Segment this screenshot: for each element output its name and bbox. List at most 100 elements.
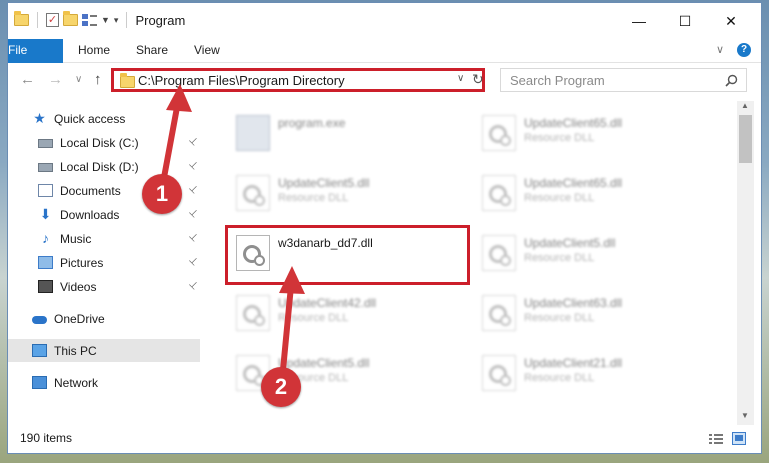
- back-arrow-icon[interactable]: ←: [20, 71, 35, 88]
- sidebar-item-onedrive[interactable]: OneDrive: [8, 307, 200, 330]
- file-name: UpdateClient5.dll: [278, 356, 370, 370]
- scrollbar-thumb[interactable]: [739, 115, 752, 163]
- file-type: Resource DLL: [524, 132, 595, 144]
- sidebar-item-local-disk-c[interactable]: Local Disk (C:) ⊥: [8, 131, 200, 154]
- file-item[interactable]: UpdateClient5.dll Resource DLL: [482, 231, 615, 281]
- dll-file-icon: [482, 175, 516, 211]
- file-item[interactable]: UpdateClient5.dll Resource DLL: [236, 351, 369, 401]
- sidebar-item-label: This PC: [54, 343, 97, 358]
- pin-icon[interactable]: ⊥: [186, 255, 200, 269]
- file-item[interactable]: UpdateClient5.dll Resource DLL: [236, 171, 369, 221]
- sidebar-item-local-disk-d[interactable]: Local Disk (D:) ⊥: [8, 155, 200, 178]
- pictures-icon: [38, 256, 53, 269]
- chevron-down-icon[interactable]: ▼: [101, 15, 110, 25]
- sidebar-item-videos[interactable]: Videos ⊥: [8, 275, 200, 298]
- search-box[interactable]: Search Program: [500, 68, 747, 92]
- new-folder-icon[interactable]: [63, 11, 78, 26]
- file-item[interactable]: program.exe: [236, 111, 345, 161]
- dll-file-icon: [482, 355, 516, 391]
- pin-icon[interactable]: ⊥: [186, 231, 200, 245]
- large-icons-view-icon[interactable]: [732, 432, 746, 445]
- dll-file-icon: [236, 295, 270, 331]
- ribbon-tabs: File Home Share View ∨ ?: [8, 39, 761, 89]
- details-view-icon[interactable]: [709, 433, 723, 445]
- file-name: UpdateClient65.dll: [524, 176, 623, 190]
- dll-file-icon: [482, 295, 516, 331]
- close-button[interactable]: ✕: [708, 3, 754, 39]
- sidebar-item-label: Videos: [60, 279, 97, 294]
- recent-locations-icon[interactable]: ∨: [75, 74, 82, 85]
- sidebar-item-this-pc[interactable]: This PC: [8, 339, 200, 362]
- file-type: Resource DLL: [278, 312, 349, 324]
- file-item[interactable]: UpdateClient65.dll Resource DLL: [482, 171, 622, 221]
- refresh-icon[interactable]: ↻: [472, 71, 484, 88]
- file-type: Resource DLL: [524, 312, 595, 324]
- exe-file-icon: [236, 115, 270, 151]
- help-icon[interactable]: ?: [737, 43, 751, 57]
- address-highlight-box: [111, 68, 485, 92]
- tab-share[interactable]: Share: [136, 39, 168, 62]
- file-item[interactable]: UpdateClient21.dll Resource DLL: [482, 351, 622, 401]
- properties-check-icon[interactable]: ✓: [46, 13, 59, 27]
- file-name: UpdateClient63.dll: [524, 296, 623, 310]
- computer-icon: [32, 344, 47, 357]
- file-type: Resource DLL: [524, 252, 595, 264]
- dll-file-icon: [236, 175, 270, 211]
- up-arrow-icon[interactable]: ↑: [94, 71, 102, 88]
- file-item[interactable]: UpdateClient65.dll Resource DLL: [482, 111, 622, 161]
- file-item[interactable]: UpdateClient42.dll Resource DLL: [236, 291, 376, 341]
- documents-icon: [38, 184, 53, 197]
- sidebar-item-label: Quick access: [54, 111, 126, 126]
- window-title: Program: [135, 12, 186, 28]
- sidebar-item-label: Network: [54, 375, 99, 390]
- download-icon: ⬇: [39, 206, 52, 222]
- pin-icon[interactable]: ⊥: [186, 183, 200, 197]
- forward-arrow-icon[interactable]: →: [48, 71, 63, 88]
- sidebar-item-quick-access[interactable]: ★ Quick access: [8, 107, 200, 130]
- scroll-down-icon[interactable]: ▼: [741, 411, 749, 420]
- file-item[interactable]: UpdateClient63.dll Resource DLL: [482, 291, 622, 341]
- sidebar-item-pictures[interactable]: Pictures ⊥: [8, 251, 200, 274]
- sidebar-item-music[interactable]: ♪ Music ⊥: [8, 227, 200, 250]
- music-icon: ♪: [42, 230, 49, 246]
- sidebar-item-label: Pictures: [60, 255, 104, 270]
- tab-view[interactable]: View: [194, 39, 220, 62]
- sidebar-item-label: Music: [60, 231, 92, 246]
- ribbon-expand-icon[interactable]: ∨: [716, 39, 724, 62]
- navigation-pane: ★ Quick access Local Disk (C:) ⊥ Local Disk …: [8, 101, 200, 421]
- sidebar-item-label: Local Disk (D:): [60, 159, 139, 174]
- step-marker-2: 2: [261, 367, 301, 407]
- file-type: Resource DLL: [524, 192, 595, 204]
- dll-file-icon: [482, 115, 516, 151]
- address-row: ← → ∨ ↑ ∨ C:\Program Files\Program Direc…: [8, 63, 761, 97]
- pin-icon[interactable]: ⊥: [186, 159, 200, 173]
- pin-icon[interactable]: ⊥: [186, 279, 200, 293]
- vertical-scrollbar[interactable]: ▲ ▼: [737, 101, 754, 425]
- file-name: UpdateClient65.dll: [524, 116, 623, 130]
- tab-home[interactable]: Home: [78, 39, 110, 62]
- sidebar-item-network[interactable]: Network: [8, 371, 200, 394]
- maximize-button[interactable]: ☐: [662, 3, 708, 39]
- minimize-button[interactable]: —: [616, 3, 662, 39]
- search-placeholder: Search Program: [510, 73, 605, 88]
- properties-icon[interactable]: [82, 13, 97, 27]
- drive-icon: [38, 139, 53, 148]
- pin-icon[interactable]: ⊥: [186, 135, 200, 149]
- videos-icon: [38, 280, 53, 293]
- customize-toolbar-icon[interactable]: ▾: [114, 15, 119, 26]
- pin-icon[interactable]: ⊥: [186, 207, 200, 221]
- folder-icon[interactable]: [14, 11, 29, 26]
- sidebar-item-label: Documents: [60, 183, 121, 198]
- file-name: UpdateClient42.dll: [278, 296, 377, 310]
- drive-icon: [38, 163, 53, 172]
- star-icon: ★: [33, 110, 46, 126]
- target-file-highlight-box: [225, 225, 470, 285]
- quick-access-toolbar: ✓ ▼ ▾ Program: [14, 11, 186, 28]
- file-type: Resource DLL: [278, 192, 349, 204]
- search-icon[interactable]: [725, 74, 738, 87]
- file-name: UpdateClient5.dll: [524, 236, 616, 250]
- scroll-up-icon[interactable]: ▲: [741, 101, 749, 110]
- sidebar-item-label: OneDrive: [54, 311, 105, 326]
- file-name: program.exe: [278, 116, 346, 130]
- status-bar: 190 items: [8, 426, 761, 453]
